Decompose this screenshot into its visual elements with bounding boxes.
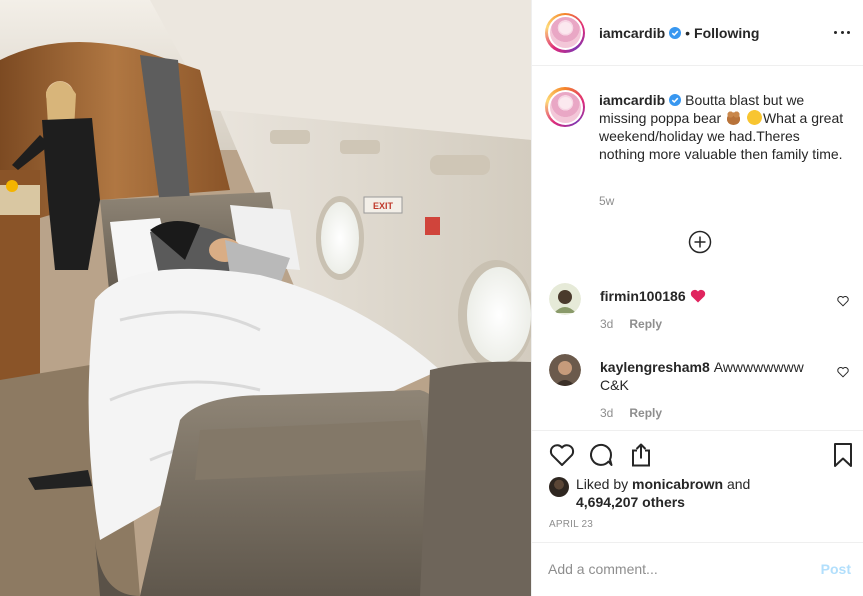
jet-cabin-image: EXIT	[0, 0, 531, 596]
sad-face-emoji	[746, 110, 762, 125]
author-avatar[interactable]	[545, 12, 585, 53]
author-name-row: iamcardib • Following	[599, 25, 759, 41]
commenter-username[interactable]: firmin100186	[600, 288, 686, 304]
likes-text: Liked by monicabrown and 4,694,207 other…	[576, 476, 751, 510]
comment-like-heart-icon[interactable]	[837, 295, 849, 307]
svg-text:EXIT: EXIT	[373, 201, 394, 211]
red-heart-emoji	[690, 289, 705, 303]
comment-meta: 3d Reply	[600, 317, 662, 331]
likes-count[interactable]: 4,694,207 others	[576, 494, 685, 510]
instagram-post: EXIT iamcardib • Following iamcardib Bou…	[0, 0, 863, 596]
comment-like-heart-icon[interactable]	[837, 366, 849, 378]
bookmark-icon[interactable]	[830, 442, 856, 468]
post-photo[interactable]: EXIT	[0, 0, 531, 596]
caption-avatar[interactable]	[545, 87, 585, 127]
comment-text: kaylengresham8 Awwwwwwww C&K	[600, 358, 810, 394]
comment-age[interactable]: 3d	[600, 406, 613, 420]
commenter-avatar[interactable]	[549, 283, 581, 315]
caption-username[interactable]: iamcardib	[599, 92, 665, 108]
post-header: iamcardib • Following	[532, 0, 863, 66]
comment-input[interactable]	[548, 557, 798, 581]
liker-avatar[interactable]	[549, 477, 569, 497]
avatar-image	[549, 91, 581, 123]
post-sidebar: iamcardib • Following iamcardib Boutta bl…	[531, 0, 863, 596]
post-actions: Liked by monicabrown and 4,694,207 other…	[532, 430, 863, 542]
separator-dot: •	[685, 24, 691, 41]
commenter-avatar[interactable]	[549, 354, 581, 386]
comment-meta: 3d Reply	[600, 406, 662, 420]
bear-emoji	[726, 110, 742, 125]
heart-icon[interactable]	[549, 442, 575, 468]
comments-section: iamcardib Boutta blast but we missing pop…	[532, 67, 863, 430]
verified-badge-icon	[669, 94, 682, 106]
comment-text: firmin100186	[600, 287, 810, 305]
post-date[interactable]: APRIL 23	[549, 519, 593, 530]
add-comment-bar: Post	[532, 542, 863, 596]
add-circle-icon[interactable]	[688, 230, 712, 254]
liker-username[interactable]: monicabrown	[632, 476, 723, 492]
caption-text: iamcardib Boutta blast but we missing pop…	[599, 91, 849, 163]
reply-button[interactable]: Reply	[629, 406, 662, 420]
comment-icon[interactable]	[588, 442, 614, 468]
commenter-username[interactable]: kaylengresham8	[600, 359, 710, 375]
following-button[interactable]: Following	[694, 25, 759, 41]
caption-time[interactable]: 5w	[599, 194, 614, 208]
more-options-icon[interactable]	[834, 24, 850, 40]
reply-button[interactable]: Reply	[629, 317, 662, 331]
share-icon[interactable]	[628, 442, 654, 468]
author-username[interactable]: iamcardib	[599, 25, 665, 41]
avatar-image	[549, 17, 581, 48]
post-comment-button[interactable]: Post	[821, 561, 851, 577]
comment-age[interactable]: 3d	[600, 317, 613, 331]
verified-badge-icon	[669, 26, 682, 39]
